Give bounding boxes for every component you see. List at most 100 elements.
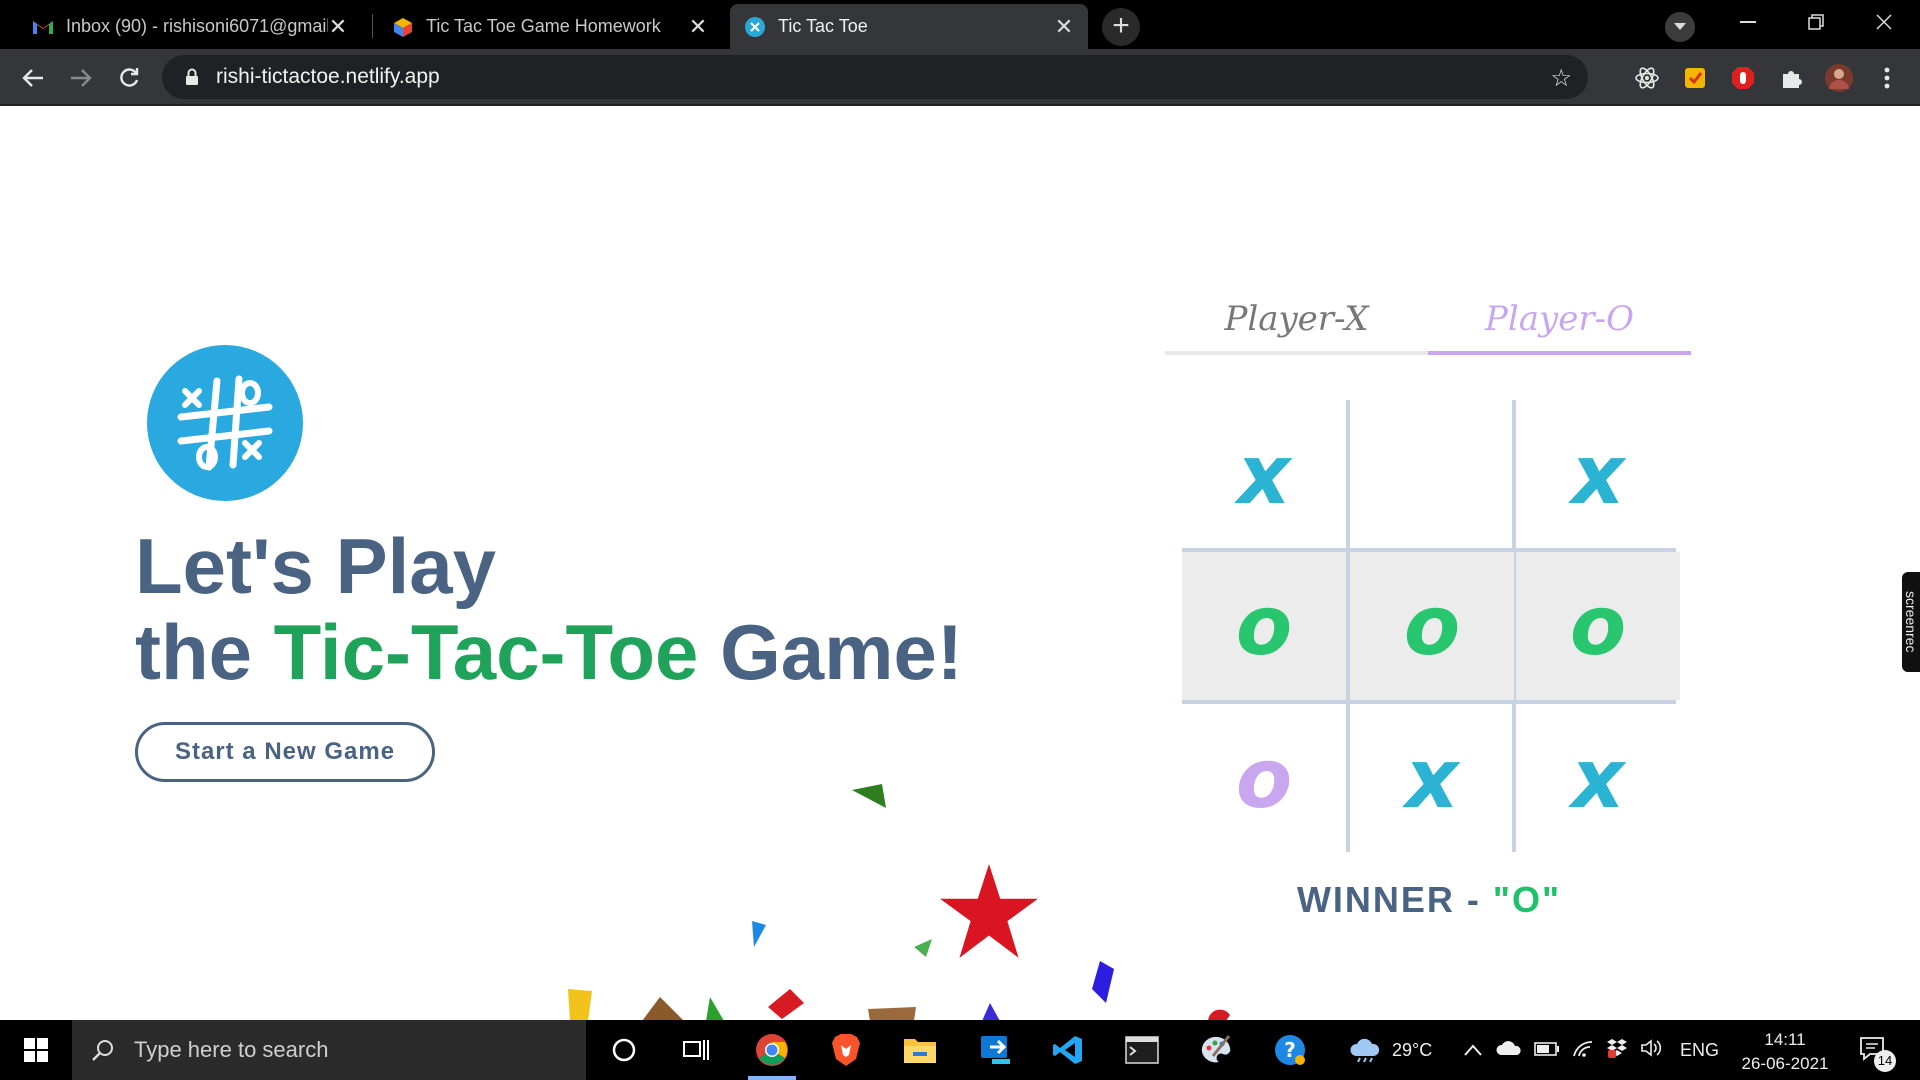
- search-icon: [90, 1037, 116, 1063]
- cortana-icon[interactable]: [596, 1026, 652, 1074]
- browser-toolbar: rishi-tictactoe.netlify.app ☆: [0, 49, 1920, 106]
- tic-tac-toe-logo-icon: [147, 345, 303, 501]
- tab-title: Tic Tac Toe: [778, 16, 868, 36]
- star-icon: [940, 864, 1038, 958]
- close-icon[interactable]: ✕: [328, 14, 348, 40]
- chrome-taskbar-icon[interactable]: [744, 1026, 800, 1080]
- confetti-piece: [568, 989, 592, 1020]
- system-clock[interactable]: 14:11 26-06-2021: [1730, 1028, 1840, 1076]
- reload-button[interactable]: [112, 61, 146, 95]
- game-board: x x o o o o x x: [1182, 400, 1680, 854]
- back-button[interactable]: [16, 61, 50, 95]
- profile-avatar[interactable]: [1822, 61, 1856, 95]
- headline-prefix: the: [135, 608, 274, 696]
- extensions-puzzle-icon[interactable]: [1774, 61, 1808, 95]
- browser-menu-icon[interactable]: [1870, 61, 1904, 95]
- board-cell[interactable]: o: [1182, 552, 1346, 700]
- gmail-icon: [32, 16, 54, 38]
- tab-homework[interactable]: Tic Tac Toe Game Homework ✕: [378, 4, 722, 49]
- confetti-piece: [752, 921, 766, 947]
- winner-value: "O": [1492, 879, 1562, 920]
- player-o-tab[interactable]: Player-O: [1428, 287, 1691, 355]
- remote-app-icon[interactable]: [968, 1026, 1024, 1074]
- chevron-down-icon: [1674, 23, 1686, 30]
- board-cell[interactable]: x: [1516, 704, 1680, 854]
- close-icon[interactable]: ✕: [1054, 14, 1074, 40]
- headline-line-2: the Tic-Tac-Toe Game!: [135, 609, 963, 695]
- page-headline: Let's Play the Tic-Tac-Toe Game!: [135, 523, 963, 695]
- shield-extension-icon[interactable]: [1678, 61, 1712, 95]
- board-cell[interactable]: x: [1516, 400, 1680, 550]
- tab-title: Tic Tac Toe Game Homework: [426, 16, 661, 36]
- start-button[interactable]: [0, 1020, 72, 1080]
- adblock-icon[interactable]: [1726, 61, 1760, 95]
- confetti-piece: [768, 989, 804, 1019]
- board-cell[interactable]: o: [1182, 704, 1346, 854]
- cell-mark: x: [1405, 731, 1459, 827]
- tab-tic-tac-toe[interactable]: Tic Tac Toe ✕: [730, 4, 1088, 49]
- cell-mark: o: [1235, 578, 1293, 674]
- confetti-piece: [706, 997, 724, 1020]
- clock-date: 26-06-2021: [1741, 1054, 1829, 1073]
- restore-button[interactable]: [1782, 0, 1850, 44]
- board-cell[interactable]: [1350, 400, 1514, 550]
- board-cell[interactable]: x: [1350, 704, 1514, 854]
- tab-search-button[interactable]: [1665, 12, 1695, 42]
- lock-icon: [182, 67, 202, 87]
- cloud-rain-icon: [1350, 1038, 1380, 1062]
- screenrec-widget[interactable]: screenrec: [1902, 572, 1920, 672]
- start-new-game-button[interactable]: Start a New Game: [135, 722, 435, 782]
- svg-text:?: ?: [1284, 1038, 1296, 1062]
- address-bar[interactable]: rishi-tictactoe.netlify.app ☆: [162, 55, 1588, 99]
- brave-taskbar-icon[interactable]: [818, 1026, 874, 1074]
- language-indicator[interactable]: ENG: [1680, 1040, 1719, 1061]
- onedrive-icon[interactable]: [1496, 1040, 1522, 1061]
- tab-divider: [372, 14, 373, 38]
- close-icon[interactable]: ✕: [688, 14, 708, 40]
- tab-gmail-inbox[interactable]: Inbox (90) - rishisoni6071@gmail ✕: [18, 4, 362, 49]
- headline-line-1: Let's Play: [135, 522, 497, 610]
- board-cell[interactable]: o: [1516, 552, 1680, 700]
- new-tab-button[interactable]: +: [1102, 8, 1140, 46]
- weather-widget[interactable]: 29°C: [1348, 1020, 1432, 1080]
- vscode-icon[interactable]: [1040, 1026, 1096, 1074]
- close-window-button[interactable]: [1850, 0, 1918, 44]
- confetti-piece: [642, 997, 683, 1020]
- bookmark-star-icon[interactable]: ☆: [1550, 64, 1572, 93]
- tray-icons: ENG: [1464, 1020, 1719, 1080]
- url-text: rishi-tictactoe.netlify.app: [216, 65, 440, 88]
- confetti-piece: [868, 1007, 916, 1020]
- headline-suffix: Game!: [698, 608, 963, 696]
- forward-button[interactable]: [64, 61, 98, 95]
- dropbox-icon[interactable]: [1606, 1038, 1628, 1063]
- clock-time: 14:11: [1764, 1030, 1806, 1049]
- react-devtools-icon[interactable]: [1630, 61, 1664, 95]
- file-explorer-icon[interactable]: [892, 1026, 948, 1074]
- board-cell[interactable]: x: [1182, 400, 1346, 550]
- browser-tab-bar: Inbox (90) - rishisoni6071@gmail ✕ Tic T…: [0, 0, 1920, 49]
- chevron-up-icon[interactable]: [1464, 1040, 1482, 1061]
- board-cell[interactable]: o: [1350, 552, 1514, 700]
- windows-logo-icon: [24, 1038, 48, 1062]
- paint-app-icon[interactable]: [1188, 1026, 1244, 1074]
- help-icon[interactable]: ?: [1262, 1026, 1318, 1074]
- cell-mark: o: [1569, 578, 1627, 674]
- notification-count-badge: 14: [1874, 1050, 1896, 1072]
- battery-icon[interactable]: [1534, 1040, 1560, 1061]
- arrow-right-icon: [71, 69, 92, 87]
- windows-taskbar: Type here to search ? 29°C ENG 14:11 26-…: [0, 1020, 1920, 1080]
- player-tabs: Player-X Player-O: [1165, 287, 1692, 355]
- volume-icon[interactable]: [1640, 1038, 1664, 1063]
- terminal-icon[interactable]: [1114, 1026, 1170, 1074]
- arrow-left-icon: [22, 69, 43, 87]
- close-icon: [1876, 14, 1892, 30]
- minimize-button[interactable]: [1714, 0, 1782, 44]
- notification-center-button[interactable]: 14: [1858, 1020, 1896, 1080]
- winner-announcement: WINNER - "O": [1182, 879, 1676, 921]
- task-view-icon[interactable]: [668, 1026, 724, 1074]
- search-placeholder: Type here to search: [134, 1037, 329, 1062]
- player-x-tab[interactable]: Player-X: [1165, 287, 1428, 355]
- taskbar-search[interactable]: Type here to search: [72, 1020, 586, 1080]
- page-viewport: Let's Play the Tic-Tac-Toe Game! Start a…: [0, 107, 1920, 1020]
- wifi-icon[interactable]: [1572, 1039, 1594, 1062]
